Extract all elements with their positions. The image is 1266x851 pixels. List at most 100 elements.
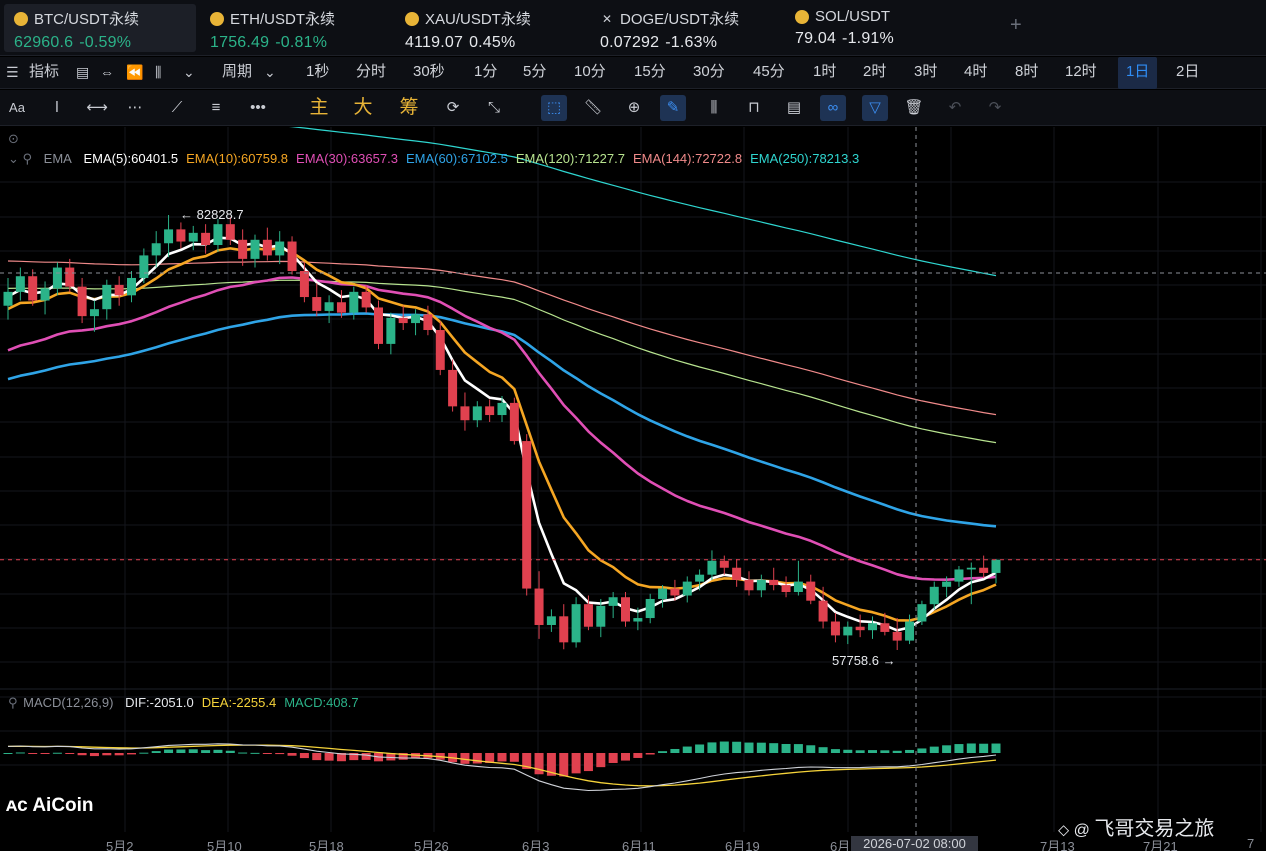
macd-histogram-bar xyxy=(151,751,161,753)
ticker-tab[interactable]: XAU/USDT永续 4119.07 0.45% xyxy=(395,4,583,52)
redo-icon[interactable]: ↷ xyxy=(982,95,1008,121)
ticker-tab[interactable]: BTC/USDT永续 62960.6 -0.59% xyxy=(4,4,196,52)
macd-histogram-bar xyxy=(361,753,371,760)
candle-body xyxy=(534,588,544,625)
candle-body xyxy=(127,277,136,296)
macd-legend-toggle-icon[interactable]: ⚲ xyxy=(8,695,18,710)
add-tab-button[interactable]: + xyxy=(1010,14,1022,37)
period-chevron-down-icon[interactable]: ⌄ xyxy=(264,57,276,89)
interval-3[interactable]: 1分 xyxy=(474,57,497,89)
filter-icon[interactable]: ▽ xyxy=(862,95,888,121)
interval-10[interactable]: 2时 xyxy=(863,57,886,89)
candle-body xyxy=(164,229,174,244)
ema-legend-toggle-icon[interactable]: ⌄ ⚲ xyxy=(8,151,32,166)
interval-11[interactable]: 3时 xyxy=(914,57,937,89)
interval-2[interactable]: 30秒 xyxy=(413,57,445,89)
macd-histogram-bar xyxy=(855,750,865,753)
macd-histogram-bar xyxy=(164,749,174,753)
dots-icon[interactable]: ••• xyxy=(245,95,271,121)
measure-icon[interactable]: ⤡ xyxy=(481,95,507,121)
ema-legend-item: EMA(30):63657.3 xyxy=(296,151,398,166)
zoom-icon[interactable]: ⊕ xyxy=(621,95,647,121)
ruler-icon[interactable]: 📏︎ xyxy=(580,95,606,121)
ticker-name: DOGE/USDT永续 xyxy=(620,11,740,28)
interval-9[interactable]: 1时 xyxy=(813,57,836,89)
candle-body xyxy=(855,626,865,631)
eth-coin-icon xyxy=(210,11,224,26)
macd-histogram-bar xyxy=(15,752,25,754)
candle-body xyxy=(3,291,13,306)
macd-histogram-bar xyxy=(201,750,211,753)
chip-distribution-button[interactable]: 筹 xyxy=(396,95,422,121)
period-button[interactable]: 周期 xyxy=(222,57,252,89)
price-chart[interactable] xyxy=(0,127,1266,851)
interval-6[interactable]: 15分 xyxy=(634,57,666,89)
candle-body xyxy=(423,314,433,331)
magnet-icon[interactable]: ∞ xyxy=(820,95,846,121)
delete-icon[interactable]: 🗑︎ xyxy=(901,95,927,121)
interval-14[interactable]: 12时 xyxy=(1065,57,1097,89)
indicator-icon[interactable]: ☰ xyxy=(6,57,19,89)
logo-mark-icon: ᴀᴄ xyxy=(6,795,33,816)
lock-icon[interactable]: ⊓ xyxy=(741,95,767,121)
candle-body xyxy=(744,579,754,591)
ray-icon[interactable]: ⋯ xyxy=(122,95,148,121)
candle-body xyxy=(719,560,729,568)
macd-histogram-bar xyxy=(608,753,618,763)
expand-icon[interactable]: ⇔ xyxy=(100,57,114,89)
candle-body xyxy=(89,309,99,317)
ticker-change: -0.81% xyxy=(275,34,328,51)
macd-histogram-bar xyxy=(139,752,149,754)
font-icon[interactable]: Aa xyxy=(4,95,30,121)
candle-body xyxy=(275,241,285,256)
ticker-tab[interactable]: ETH/USDT永续 1756.49 -0.81% xyxy=(200,4,388,52)
candle-body xyxy=(806,581,816,601)
interval-4[interactable]: 5分 xyxy=(523,57,546,89)
x-axis-tick-label: 6月11 xyxy=(622,839,656,851)
candle-body xyxy=(213,224,223,245)
ema-legend-label: EMA xyxy=(43,151,72,166)
x-axis-tick-label: 6月 xyxy=(830,839,851,851)
rewind-icon[interactable]: ⏪ xyxy=(126,57,143,89)
main-chip-button[interactable]: 主 xyxy=(306,95,332,121)
macd-histogram-bar xyxy=(905,749,915,753)
template-icon[interactable]: ▤ xyxy=(781,95,807,121)
refresh-icon[interactable]: ⟳ xyxy=(440,95,466,121)
indicator-button[interactable]: 指标 xyxy=(29,57,59,89)
interval-8[interactable]: 45分 xyxy=(753,57,785,89)
ticker-tab[interactable]: SOL/USDT 79.04 -1.91% xyxy=(785,4,973,52)
interval-5[interactable]: 10分 xyxy=(574,57,606,89)
interval-13[interactable]: 8时 xyxy=(1015,57,1038,89)
macd-histogram-bar xyxy=(880,750,890,753)
candle-body xyxy=(929,586,939,605)
trend-line-icon[interactable]: ⟋ xyxy=(164,95,190,121)
candle-body xyxy=(497,402,507,416)
candle-body xyxy=(312,297,322,311)
cursor-icon[interactable]: ⬚ xyxy=(541,95,567,121)
indicator-bars-icon[interactable]: ⫼ xyxy=(701,95,727,121)
candle-body xyxy=(583,604,593,627)
big-order-button[interactable]: 大 xyxy=(350,95,376,121)
candle-body xyxy=(843,626,853,636)
interval-12[interactable]: 4时 xyxy=(964,57,987,89)
ticker-price: 79.04 xyxy=(795,30,837,47)
candle-body xyxy=(485,406,495,416)
interval-16[interactable]: 2日 xyxy=(1176,57,1199,89)
layout-icon[interactable]: ▤ xyxy=(76,57,89,89)
collapse-icon[interactable]: ⊙ xyxy=(8,131,19,147)
parallel-channel-icon[interactable]: ≡ xyxy=(203,95,229,121)
macd-histogram-bar xyxy=(287,753,297,756)
horizontal-line-icon[interactable]: ⟷ xyxy=(84,95,110,121)
ticker-tab[interactable]: ✕ DOGE/USDT永续 0.07292 -1.63% xyxy=(590,4,778,52)
interval-15[interactable]: 1日 xyxy=(1118,57,1158,89)
candle-body xyxy=(546,616,556,625)
pen-icon[interactable]: ✎ xyxy=(660,95,686,121)
interval-7[interactable]: 30分 xyxy=(693,57,725,89)
macd-histogram-bar xyxy=(645,753,655,755)
interval-0[interactable]: 1秒 xyxy=(306,57,329,89)
chevron-down-icon[interactable]: ⌄ xyxy=(183,57,195,89)
undo-icon[interactable]: ↶ xyxy=(942,95,968,121)
vertical-line-icon[interactable]: ǀ xyxy=(44,95,70,121)
candle-type-icon[interactable]: ⫼ xyxy=(155,57,161,89)
interval-1[interactable]: 分时 xyxy=(356,57,386,89)
